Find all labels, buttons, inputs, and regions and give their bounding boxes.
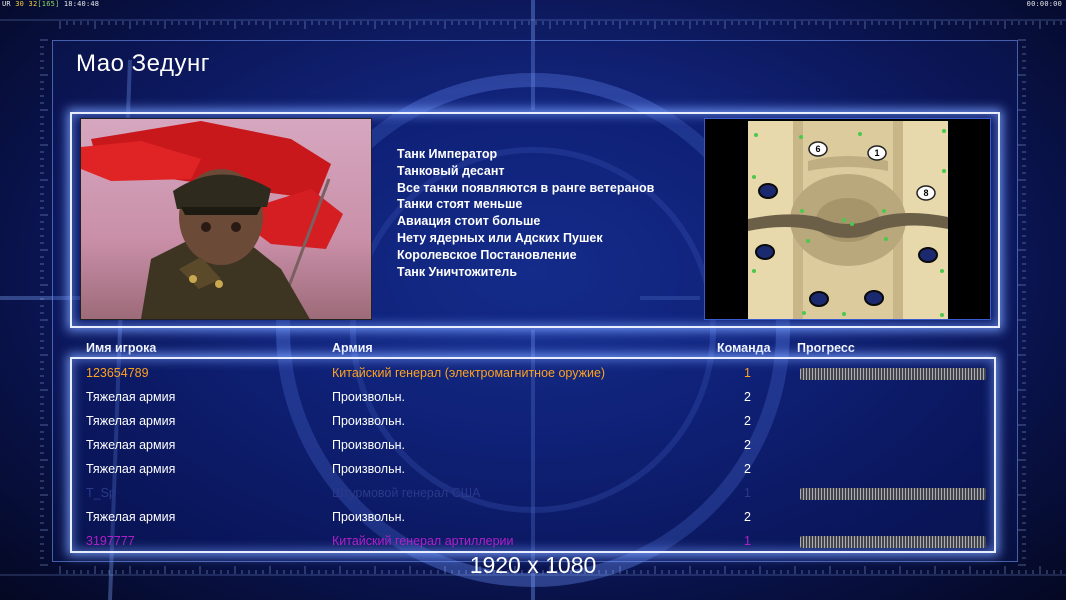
header-progress: Прогресс — [797, 341, 855, 355]
general-title: Мао Зедунг — [76, 50, 210, 77]
hud-value-3: [165] — [37, 0, 60, 8]
table-row: Тяжелая армия Произвольн. 2 — [0, 505, 1066, 529]
hud-clock: 18:40:48 — [63, 0, 100, 8]
minimap-start-label: 6 — [815, 144, 820, 154]
player-army: Произвольн. — [332, 510, 405, 524]
player-army: Произвольн. — [332, 414, 405, 428]
load-progress-bar — [800, 368, 986, 380]
header-team: Команда — [717, 341, 771, 355]
perk-item: Нету ядерных или Адских Пушек — [397, 230, 603, 245]
player-team: 2 — [744, 462, 751, 476]
player-army: Китайский генерал (электромагнитное оруж… — [332, 366, 606, 380]
player-name: 3197777 — [86, 534, 135, 548]
minimap-frame: 6 1 8 — [704, 118, 991, 320]
perk-item: Танковый десант — [397, 163, 505, 178]
player-team: 2 — [744, 390, 751, 404]
player-army: Произвольн. — [332, 462, 405, 476]
player-name: Тяжелая армия — [86, 462, 176, 476]
player-army: Произвольн. — [332, 438, 405, 452]
hud-fps-readout: UR 30 32[165] 18:40:48 — [2, 0, 99, 8]
player-name: Тяжелая армия — [86, 438, 176, 452]
resolution-label: 1920 x 1080 — [469, 552, 597, 578]
hud-prefix: UR — [2, 0, 11, 8]
player-team: 1 — [744, 534, 751, 548]
general-perk-list: Танк Император Танковый десант Все танки… — [397, 146, 654, 280]
hud-timer: 00:00:00 — [1026, 0, 1062, 8]
perk-item: Танк Император — [397, 147, 498, 161]
table-row: Тяжелая армия Произвольн. 2 — [0, 385, 1066, 409]
perk-item: Все танки появляются в ранге ветеранов — [397, 180, 655, 195]
player-army: Произвольн. — [332, 390, 405, 404]
player-name: Тяжелая армия — [86, 390, 176, 404]
header-player-name: Имя игрока — [86, 341, 157, 355]
player-name: Тяжелая армия — [86, 510, 176, 524]
player-army: Китайский генерал артиллерии — [332, 534, 514, 548]
header-army: Армия — [332, 341, 373, 355]
general-portrait-image — [80, 118, 372, 320]
table-row: T_Sp Штурмовой генерал США 1 — [0, 481, 1066, 505]
player-army: Штурмовой генерал США — [332, 486, 481, 500]
perk-item: Авиация стоит больше — [397, 214, 541, 229]
table-row: 123654789 Китайский генерал (электромагни… — [0, 361, 1066, 385]
load-progress-bar — [800, 536, 986, 548]
hud-value-1: 30 — [15, 0, 25, 8]
load-progress-bar — [800, 488, 986, 500]
perk-item: Танк Уничтожитель — [397, 264, 518, 279]
player-team: 1 — [744, 366, 751, 380]
table-row: Тяжелая армия Произвольн. 2 — [0, 457, 1066, 481]
minimap: 6 1 8 — [748, 121, 948, 319]
perk-item: Танки стоят меньше — [397, 197, 523, 212]
player-name: Тяжелая армия — [86, 414, 176, 428]
minimap-start-label: 8 — [923, 188, 928, 198]
table-row: 3197777 Китайский генерал артиллерии 1 — [0, 529, 1066, 553]
player-name: 123654789 — [86, 366, 149, 380]
player-team: 2 — [744, 438, 751, 452]
player-team: 2 — [744, 414, 751, 428]
perk-item: Королевское Постановление — [397, 247, 577, 262]
minimap-start-label: 1 — [874, 148, 879, 158]
player-name: T_Sp — [86, 486, 116, 500]
table-row: Тяжелая армия Произвольн. 2 — [0, 433, 1066, 457]
table-row: Тяжелая армия Произвольн. 2 — [0, 409, 1066, 433]
player-team: 2 — [744, 510, 751, 524]
player-team: 1 — [744, 486, 751, 500]
